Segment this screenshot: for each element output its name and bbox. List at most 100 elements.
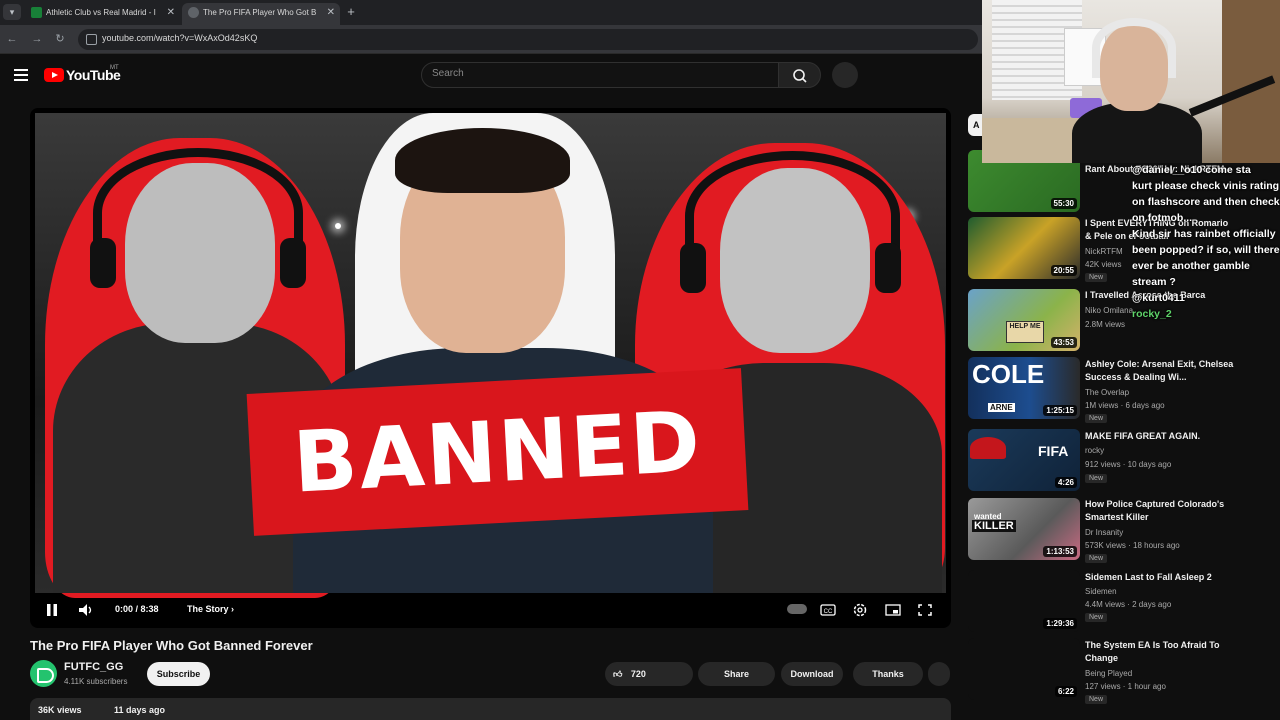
fifa-text: FIFA [1038,443,1069,459]
new-badge: New [1085,554,1108,563]
voice-search-button[interactable] [832,62,858,88]
more-actions-button[interactable] [928,662,950,686]
thanks-label: Thanks [872,669,904,679]
channel-avatar[interactable] [30,660,57,687]
recommendation-channel: NickRTFM [1085,247,1123,256]
like-button[interactable]: 👍︎ 720 [605,662,693,686]
recommendation-meta: 42K views [1085,260,1122,269]
address-url: youtube.com/watch?v=WxAxOd42sKQ [102,33,258,43]
recommendation-title: Sidemen Last to Fall Asleep 2 [1085,572,1212,582]
killer-text: KILLER [972,520,1016,532]
recommendation-item[interactable]: FIFA 4:26 MAKE FIFA GREAT AGAIN. rocky 9… [968,429,1268,491]
recommendation-item[interactable]: 1:29:36 Sidemen Last to Fall Asleep 2 Si… [968,570,1268,632]
duration-badge: 43:53 [1050,337,1077,348]
subscribe-button[interactable]: Subscribe [147,662,210,686]
autoplay-toggle[interactable] [787,604,807,614]
country-code: MT [110,65,119,71]
chat-message: kurt please check vinis rating on flashs… [1132,180,1280,224]
recommendation-title: The System EA Is Too Afraid To Change [1085,640,1220,663]
new-badge: New [1085,273,1108,282]
recommendation-thumbnail: 6:22 [968,638,1080,700]
browser-tab-title: Athletic Club vs Real Madrid - I [46,8,156,17]
video-title: The Pro FIFA Player Who Got Banned Forev… [30,638,313,653]
view-count: 36K views [38,705,82,715]
loading-favicon-icon [188,7,199,18]
recommendation-channel: Niko Omilana [1085,306,1134,315]
site-info-icon[interactable] [86,34,97,45]
upload-age: 11 days ago [114,705,166,715]
chapter-label: The Story [187,604,229,614]
share-label: Share [723,669,749,679]
recommendation-item[interactable]: COLE ARNE 1:25:15 Ashley Cole: Arsenal E… [968,357,1268,423]
recommendation-meta: 1M views · 6 days ago [1085,401,1165,410]
search-input[interactable] [432,68,752,79]
recommendation-meta: 573K views · 18 hours ago [1085,541,1180,550]
stadium-light [335,223,341,229]
chat-username: rocky_2 [1132,308,1172,320]
recommendation-title: MAKE FIFA GREAT AGAIN. [1085,431,1201,441]
close-tab-icon[interactable]: ✕ [327,4,335,22]
webcam-overlay [982,0,1280,163]
close-tab-icon[interactable]: ✕ [167,4,175,22]
miniplayer-icon[interactable] [885,603,901,617]
search-box [421,62,779,88]
captions-icon[interactable]: CC [820,603,836,617]
recommendation-thumbnail: 1:29:36 [968,570,1080,632]
duration-badge: 1:29:36 [1043,618,1077,629]
browser-tab-active[interactable]: The Pro FIFA Player Who Got B ✕ [182,3,340,25]
banned-banner: BANNED [246,368,749,536]
svg-text:CC: CC [824,609,833,615]
subscriber-count: 4.11K subscribers [64,677,128,686]
channel-name[interactable]: FUTFC_GG [64,661,123,673]
player-controls: 0:00 / 8:38 The Story › CC [30,593,951,628]
recommendation-title: How Police Captured Colorado's Smartest … [1085,499,1225,522]
recommendation-channel: Sidemen [1085,587,1117,596]
share-button[interactable]: Share [698,662,775,686]
download-button[interactable]: Download [781,662,843,686]
time-display: 0:00 / 8:38 [115,604,159,614]
youtube-header: YouTube MT [0,55,982,95]
duration-badge: 1:13:53 [1043,546,1077,557]
chat-message: @daniel__o10 come sta [1132,164,1251,176]
menu-icon[interactable] [14,69,28,81]
recommendation-title: Ashley Cole: Arsenal Exit, Chelsea Succe… [1085,359,1234,382]
chapter-button[interactable]: The Story › [187,604,234,614]
recommendation-channel: Being Played [1085,669,1133,678]
chat-overlay: @daniel__o10 come sta kurt please check … [1132,162,1280,322]
duration-badge: 55:30 [1050,198,1077,209]
description-box[interactable]: 36K views 11 days ago [30,698,951,720]
settings-gear-icon[interactable] [852,603,868,617]
thanks-button[interactable]: Thanks [853,662,923,686]
browser-toolbar: ← → ↻ youtube.com/watch?v=WxAxOd42sKQ [0,25,982,54]
recommendation-thumbnail: COLE ARNE 1:25:15 [968,357,1080,419]
pause-icon[interactable] [44,603,60,617]
search-button[interactable] [778,62,821,88]
volume-icon[interactable] [78,603,94,617]
recommendation-meta: 912 views · 10 days ago [1085,460,1172,469]
address-bar[interactable]: youtube.com/watch?v=WxAxOd42sKQ [78,29,978,50]
new-badge: New [1085,613,1108,622]
arne-text: ARNE [988,403,1015,412]
video-thumbnail: BANNED [35,113,946,598]
duration-badge: 20:55 [1050,265,1077,276]
recommendation-thumbnail: FIFA 4:26 [968,429,1080,491]
browser-tab[interactable]: Athletic Club vs Real Madrid - I ✕ [25,3,180,25]
tab-search-button[interactable]: ▾ [3,4,21,20]
fullscreen-icon[interactable] [917,603,933,617]
duration-badge: 4:26 [1054,477,1077,488]
new-tab-icon[interactable]: + [343,3,359,21]
recommendation-meta: 127 views · 1 hour ago [1085,682,1166,691]
recommendation-meta: 2.8M views [1085,320,1126,329]
video-player[interactable]: BANNED 0:00 / 8:38 The Story › CC [30,108,951,628]
thumbs-up-icon: 👍︎ [613,669,623,679]
red-cap [970,437,1006,459]
duration-badge: 1:25:15 [1043,405,1077,416]
recommendation-item[interactable]: 6:22 The System EA Is Too Afraid To Chan… [968,638,1268,704]
forward-icon[interactable]: → [30,32,44,46]
new-badge: New [1085,414,1108,423]
recommendation-thumbnail: 20:55 [968,217,1080,279]
recommendation-item[interactable]: wanted KILLER 1:13:53 How Police Capture… [968,498,1268,563]
recommendation-meta: 4.4M views · 2 days ago [1085,600,1172,609]
reload-icon[interactable]: ↻ [53,32,67,46]
back-icon[interactable]: ← [5,32,19,46]
